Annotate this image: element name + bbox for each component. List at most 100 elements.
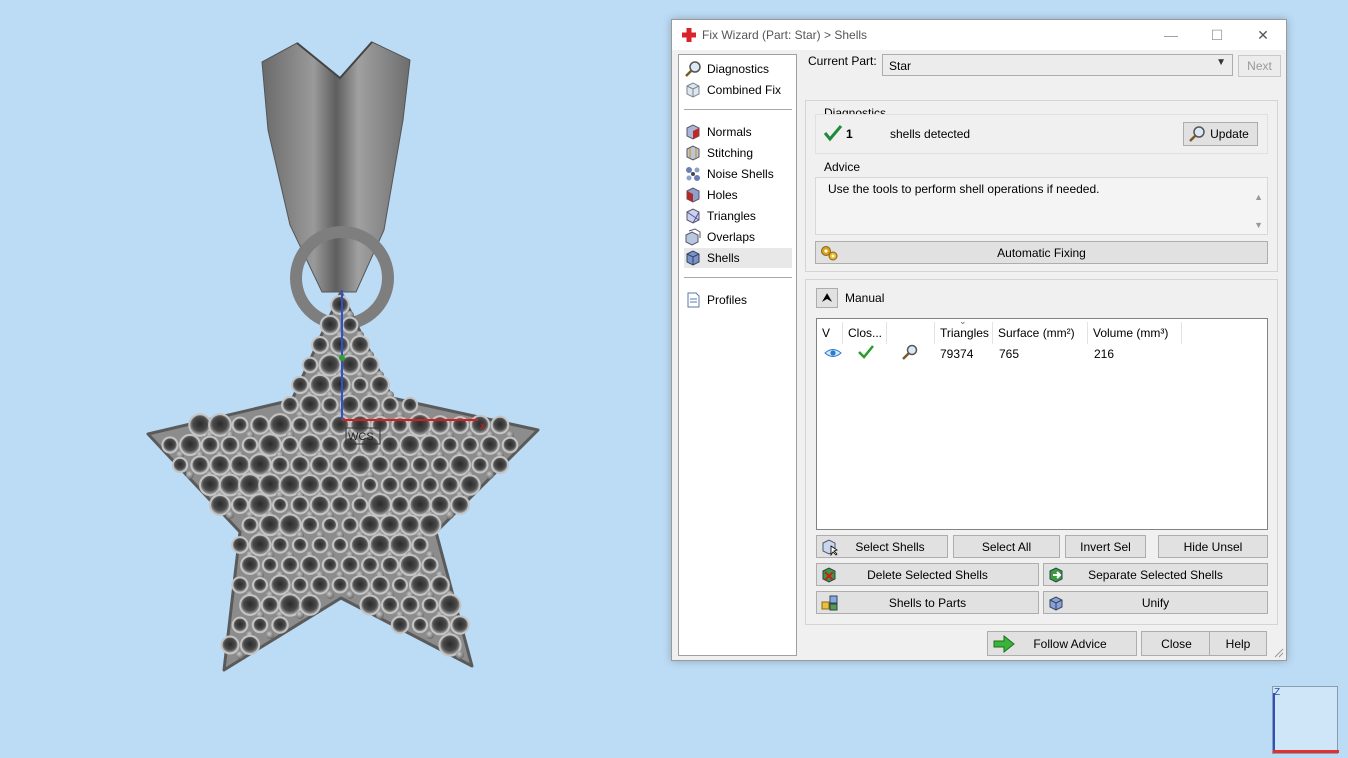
perforation-hole	[379, 514, 401, 536]
shells-to-parts-button[interactable]: Shells to Parts	[816, 591, 1039, 614]
update-button[interactable]: Update	[1183, 122, 1258, 146]
column-header-closed[interactable]: Clos...	[843, 322, 887, 344]
nav-item-label: Profiles	[707, 293, 748, 307]
perforation-hole	[339, 474, 361, 496]
column-header-visible[interactable]: V	[817, 322, 843, 344]
surface-bead	[446, 511, 454, 519]
nav-item-normals[interactable]: Normals	[684, 122, 792, 142]
perforation-hole	[220, 435, 240, 455]
perforation-hole	[290, 455, 310, 475]
minimize-button[interactable]: —	[1148, 20, 1194, 50]
nav-item-label: Triangles	[707, 209, 756, 223]
nav-item-profiles[interactable]: Profiles	[684, 290, 792, 310]
perforation-hole	[281, 396, 299, 414]
perforation-hole	[258, 513, 282, 537]
nav-item-noise-shells[interactable]: Noise Shells	[684, 164, 792, 184]
advice-box: Use the tools to perform shell operation…	[815, 177, 1268, 235]
nav-item-diagnostics[interactable]: Diagnostics	[684, 59, 792, 79]
perforation-hole	[251, 576, 269, 594]
maximize-button[interactable]: ☐	[1194, 20, 1240, 50]
perforation-hole	[261, 556, 279, 574]
perforation-hole	[331, 536, 349, 554]
green-arrow-right-icon	[993, 634, 1015, 654]
delete-selected-shells-button[interactable]: Delete Selected Shells	[816, 563, 1039, 586]
perforation-hole	[351, 496, 369, 514]
nav-item-triangles[interactable]: Triangles	[684, 206, 792, 226]
perforation-hole	[310, 575, 330, 595]
z-axis-line	[1273, 693, 1275, 753]
close-window-button[interactable]: ✕	[1240, 20, 1286, 50]
nav-item-label: Overlaps	[707, 230, 756, 244]
checkmark-icon	[823, 125, 843, 142]
select-shells-button[interactable]: Select Shells	[816, 535, 948, 558]
perforation-hole	[370, 575, 390, 595]
current-part-select[interactable]: Star ▼	[882, 54, 1233, 76]
perforation-hole	[319, 314, 341, 336]
follow-advice-button[interactable]: Follow Advice	[987, 631, 1137, 656]
select-shells-label: Select Shells	[855, 539, 925, 554]
perforation-hole	[408, 573, 432, 597]
column-header-volume[interactable]: Volume (mm³)	[1088, 322, 1182, 344]
resize-grip-icon[interactable]	[1274, 648, 1284, 658]
column-header-surface[interactable]: Surface (mm²)	[993, 322, 1088, 344]
perforation-hole	[339, 394, 361, 416]
view-cube[interactable]: Z	[1272, 686, 1339, 754]
perforation-hole	[340, 555, 360, 575]
unify-cube-icon	[1049, 596, 1063, 611]
wizard-nav: Diagnostics Combined Fix Normals Stitchi…	[678, 54, 797, 656]
title-bar[interactable]: Fix Wizard (Part: Star) > Shells — ☐ ✕	[672, 20, 1286, 50]
perforation-hole	[330, 495, 350, 515]
star-pendant-model[interactable]: WCS x	[0, 0, 670, 758]
perforation-hole	[380, 435, 400, 455]
scroll-down-icon[interactable]: ▼	[1254, 220, 1263, 230]
perforation-hole	[161, 436, 179, 454]
perforation-hole	[399, 514, 421, 536]
overlaps-cube-icon	[685, 228, 701, 246]
perforation-hole	[271, 536, 289, 554]
nav-item-holes[interactable]: Holes	[684, 185, 792, 205]
nav-separator	[684, 277, 792, 278]
perforation-hole	[321, 516, 339, 534]
perforation-hole	[230, 495, 250, 515]
scroll-up-icon[interactable]: ▲	[1254, 192, 1263, 202]
perforation-hole	[190, 455, 210, 475]
nav-item-overlaps[interactable]: Overlaps	[684, 227, 792, 247]
surface-bead	[346, 591, 354, 599]
perforation-hole	[429, 614, 451, 636]
column-header-tool[interactable]	[887, 322, 935, 344]
perforation-hole	[419, 434, 441, 456]
perforation-hole	[390, 495, 410, 515]
nav-item-stitching[interactable]: Stitching	[684, 143, 792, 163]
perforation-hole	[280, 555, 300, 575]
diagnostics-status: shells detected	[890, 127, 971, 141]
next-button[interactable]: Next	[1238, 55, 1281, 77]
hide-unselected-button[interactable]: Hide Unsel	[1158, 535, 1268, 558]
nav-item-combined-fix[interactable]: Combined Fix	[684, 80, 792, 100]
perforation-hole	[421, 596, 439, 614]
perforation-hole	[241, 436, 259, 454]
shells-table[interactable]: V Clos... Triangles Surface (mm²) Volume…	[816, 316, 1268, 530]
nav-item-shells[interactable]: Shells	[684, 248, 792, 268]
noise-shells-icon	[686, 167, 700, 181]
unify-button[interactable]: Unify	[1043, 591, 1268, 614]
perforation-hole	[239, 594, 261, 616]
perforation-hole	[271, 496, 289, 514]
eye-icon[interactable]	[824, 347, 842, 359]
perforation-hole	[260, 595, 280, 615]
magnifier-icon[interactable]	[901, 343, 919, 361]
perforation-hole	[269, 574, 291, 596]
delete-cube-icon	[822, 567, 836, 583]
help-button[interactable]: Help	[1209, 631, 1267, 656]
close-button[interactable]: Close	[1141, 631, 1212, 656]
double-chevron-up-icon[interactable]: ⮝	[816, 288, 838, 308]
perforation-hole	[270, 455, 290, 475]
perforation-hole	[361, 556, 379, 574]
invert-selection-button[interactable]: Invert Sel	[1065, 535, 1146, 558]
perforation-hole	[299, 474, 321, 496]
3d-viewport[interactable]: WCS x	[0, 0, 670, 758]
automatic-fixing-button[interactable]: Automatic Fixing	[815, 241, 1268, 264]
perforation-hole	[430, 575, 450, 595]
separate-selected-shells-button[interactable]: Separate Selected Shells	[1043, 563, 1268, 586]
select-all-button[interactable]: Select All	[953, 535, 1060, 558]
perforation-hole	[398, 553, 422, 577]
